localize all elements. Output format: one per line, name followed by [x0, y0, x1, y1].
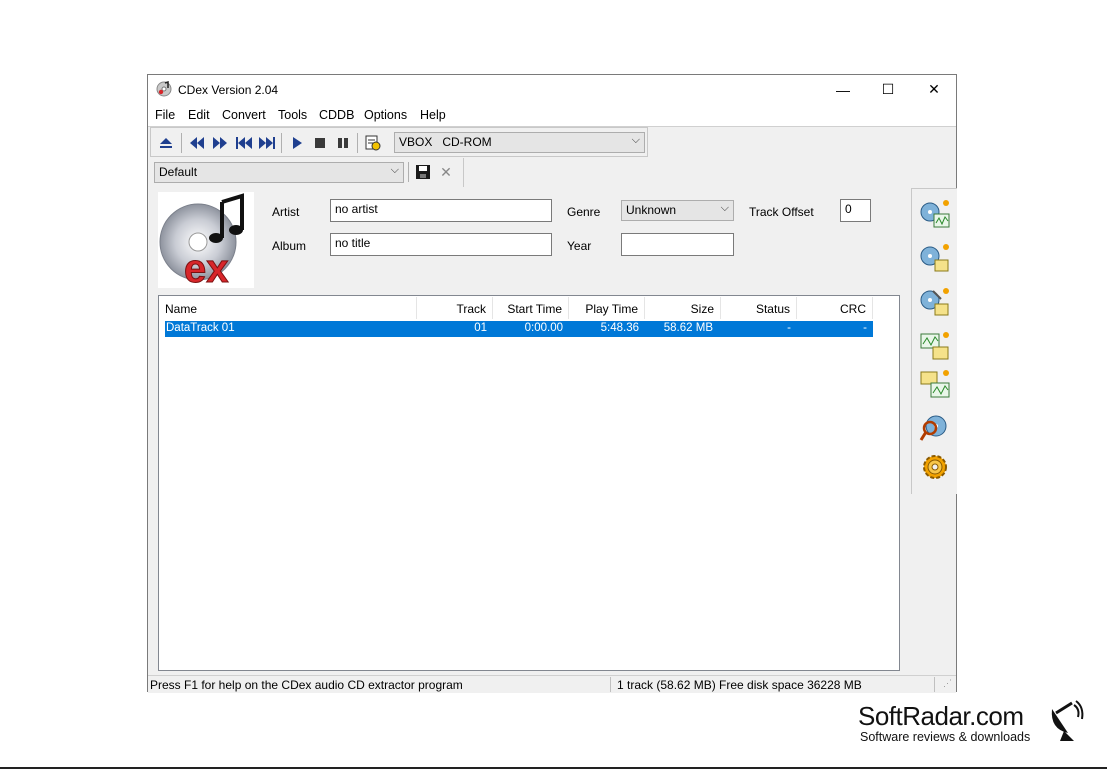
menu-cddb[interactable]: CDDB — [319, 108, 354, 122]
menu-file[interactable]: File — [155, 108, 175, 122]
toolbar-separator — [181, 133, 182, 153]
column-label: Name — [165, 302, 198, 316]
convert-wav-icon[interactable] — [919, 331, 951, 363]
transport-toolbar: VBOX CD-ROM ⌵ — [150, 127, 648, 157]
satellite-dish-icon — [1046, 699, 1086, 743]
track-list-header: Name Track Start Time Play Time Size Sta… — [159, 296, 873, 320]
stop-icon[interactable] — [311, 134, 329, 152]
track-offset-value: 0 — [845, 202, 852, 216]
extract-to-wav-icon[interactable] — [919, 199, 951, 231]
profile-toolbar: Default ⌵ ✕ — [150, 158, 464, 187]
column-label: CRC — [840, 302, 866, 316]
close-button[interactable]: ✕ — [911, 75, 957, 104]
menu-edit[interactable]: Edit — [188, 108, 210, 122]
cdex-logo: ex — [158, 192, 254, 292]
cell-track: 01 — [474, 322, 487, 334]
maximize-button[interactable]: ☐ — [865, 75, 911, 104]
column-track[interactable]: Track — [417, 297, 493, 319]
column-label: Size — [690, 302, 714, 316]
cell-status: - — [787, 322, 791, 334]
status-divider — [610, 677, 611, 692]
album-label: Album — [272, 239, 307, 253]
cell-start-time: 0:00.00 — [524, 322, 563, 334]
next-track-icon[interactable] — [258, 134, 276, 152]
column-name[interactable]: Name — [159, 297, 417, 319]
year-input[interactable] — [621, 233, 734, 256]
extract-to-compressed-icon[interactable] — [919, 243, 951, 275]
genre-value: Unknown — [626, 203, 677, 217]
profile-select-value: Default — [159, 165, 198, 179]
status-bar: Press F1 for help on the CDex audio CD e… — [148, 675, 956, 693]
extract-partial-icon[interactable] — [919, 287, 951, 319]
delete-icon[interactable]: ✕ — [437, 163, 455, 181]
toolbar-separator — [408, 162, 409, 182]
title-bar: CDex Version 2.04 — ☐ ✕ — [148, 75, 956, 104]
cddb-info-icon[interactable] — [364, 134, 382, 152]
window-title: CDex Version 2.04 — [178, 83, 279, 97]
pause-icon[interactable] — [334, 134, 352, 152]
drive-select-value: VBOX CD-ROM — [399, 135, 492, 149]
artist-label: Artist — [272, 205, 300, 219]
column-label: Track — [456, 302, 486, 316]
menu-options[interactable]: Options — [364, 108, 407, 122]
status-info-text: 1 track (58.62 MB) Free disk space 36228… — [617, 678, 862, 692]
artist-value: no artist — [335, 202, 378, 216]
watermark-brand: SoftRadar.com — [858, 701, 1024, 731]
chevron-down-icon: ⌵ — [631, 134, 640, 146]
cell-size: 58.62 MB — [663, 322, 713, 334]
action-sidebar — [911, 188, 957, 494]
toolbar-separator — [357, 133, 358, 153]
prev-track-icon[interactable] — [235, 134, 253, 152]
svg-text:ex: ex — [184, 247, 229, 288]
chevron-down-icon: ⌵ — [720, 202, 729, 214]
toolbar-separator — [281, 133, 282, 153]
save-icon[interactable] — [414, 163, 432, 181]
chevron-down-icon: ⌵ — [390, 164, 399, 176]
eject-icon[interactable] — [157, 134, 175, 152]
menu-tools[interactable]: Tools — [278, 108, 307, 122]
album-input[interactable]: no title — [330, 233, 552, 256]
app-icon — [156, 80, 172, 97]
track-offset-input[interactable]: 0 — [840, 199, 871, 222]
table-row[interactable]: DataTrack 01 01 0:00.00 5:48.36 58.62 MB… — [165, 321, 873, 337]
genre-label: Genre — [567, 205, 601, 219]
column-play-time[interactable]: Play Time — [569, 297, 645, 319]
track-list[interactable]: Name Track Start Time Play Time Size Sta… — [158, 295, 900, 671]
album-value: no title — [335, 236, 371, 250]
genre-select[interactable]: Unknown ⌵ — [621, 200, 734, 221]
cell-play-time: 5:48.36 — [600, 322, 639, 334]
column-status[interactable]: Status — [721, 297, 797, 319]
menu-bar: File Edit Convert Tools CDDB Options Hel… — [148, 104, 956, 126]
year-label: Year — [567, 239, 592, 253]
play-icon[interactable] — [288, 134, 306, 152]
status-help-text: Press F1 for help on the CDex audio CD e… — [150, 678, 463, 692]
resize-grip-icon[interactable]: ⋰ — [943, 678, 952, 689]
column-label: Start Time — [507, 302, 562, 316]
skip-back-icon[interactable] — [188, 134, 206, 152]
skip-forward-icon[interactable] — [211, 134, 229, 152]
column-size[interactable]: Size — [645, 297, 721, 319]
watermark-tagline: Software reviews & downloads — [860, 730, 1031, 744]
column-label: Status — [755, 302, 790, 316]
drive-select[interactable]: VBOX CD-ROM ⌵ — [394, 132, 645, 153]
cell-crc: - — [863, 322, 867, 334]
settings-icon[interactable] — [919, 451, 951, 483]
menu-help[interactable]: Help — [420, 108, 446, 122]
profile-select[interactable]: Default ⌵ — [154, 162, 404, 183]
artist-input[interactable]: no artist — [330, 199, 552, 222]
convert-compressed-icon[interactable] — [919, 369, 951, 401]
column-start-time[interactable]: Start Time — [493, 297, 569, 319]
column-crc[interactable]: CRC — [797, 297, 873, 319]
watermark: SoftRadar.com Software reviews & downloa… — [858, 700, 1098, 747]
menu-convert[interactable]: Convert — [222, 108, 266, 122]
column-label: Play Time — [585, 302, 638, 316]
track-offset-label: Track Offset — [749, 205, 814, 219]
app-window: CDex Version 2.04 — ☐ ✕ File Edit Conver… — [147, 74, 957, 693]
status-divider — [934, 677, 935, 692]
record-icon[interactable] — [919, 413, 951, 445]
minimize-button[interactable]: — — [820, 75, 866, 104]
cell-name: DataTrack 01 — [166, 322, 235, 334]
